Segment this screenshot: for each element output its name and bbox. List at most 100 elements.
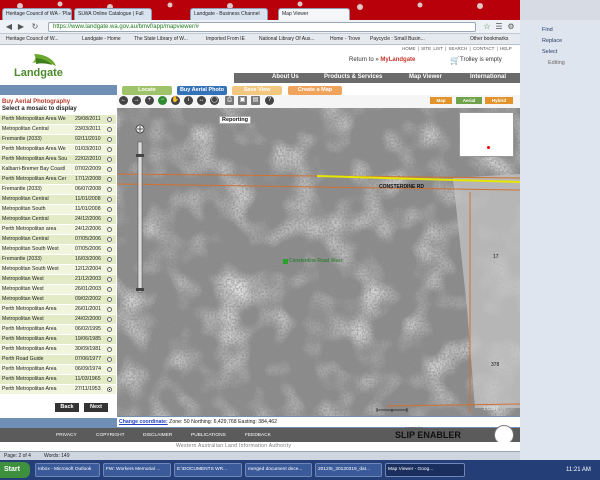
save-view-button[interactable]: Save View (232, 86, 282, 95)
pan-left-icon[interactable]: ← (119, 96, 128, 105)
mosaic-row[interactable]: Perth Metropolitan Area 27/11/1953 (0, 385, 116, 394)
mosaic-radio[interactable] (107, 317, 112, 322)
mosaic-radio[interactable] (107, 147, 112, 152)
mosaic-row[interactable]: Fremantle (2033) 16/03/2006 (0, 255, 116, 264)
zoom-slider[interactable] (135, 124, 145, 304)
mosaic-row[interactable]: Metropolitan West 21/12/2003 (0, 275, 116, 284)
bookmark-landgate[interactable]: Landgate - Home (82, 36, 121, 42)
mosaic-radio[interactable] (107, 307, 112, 312)
mosaic-radio[interactable] (107, 117, 112, 122)
change-coordinate-link[interactable]: Change coordinate: (119, 419, 168, 425)
mosaic-row[interactable]: Metropolitan South West 07/05/2006 (0, 245, 116, 254)
mosaic-radio[interactable] (107, 327, 112, 332)
pan-right-icon[interactable]: → (132, 96, 141, 105)
back-arrow-icon[interactable]: ◀ (4, 22, 14, 32)
bookmark-heritage[interactable]: Heritage Council of W... (6, 36, 59, 42)
nav-about-us[interactable]: About Us (272, 74, 299, 80)
map-type-map[interactable]: Map (430, 97, 452, 104)
tab-landgate-business[interactable]: Landgate - Business Channel (190, 8, 268, 20)
tab-heritage[interactable]: Heritage Council of WA - 'Plac (2, 8, 72, 20)
mosaic-row[interactable]: Metropolitan West 24/02/2000 (0, 315, 116, 324)
mosaic-row[interactable]: Perth Metropolitan Area 19/06/1985 (0, 335, 116, 344)
save-image-icon[interactable]: ▣ (238, 96, 247, 105)
mosaic-radio[interactable] (107, 277, 112, 282)
footer-copyright[interactable]: COPYRIGHT (96, 433, 125, 438)
mosaic-radio[interactable] (107, 287, 112, 292)
mosaic-row[interactable]: Kalbarri-Bremer Bay Coastl 07/02/2009 (0, 165, 116, 174)
reload-icon[interactable]: ↻ (30, 22, 40, 32)
ribbon-replace[interactable]: Replace (542, 38, 562, 44)
wrench-icon[interactable]: ⚙ (506, 22, 516, 32)
mosaic-radio[interactable] (107, 167, 112, 172)
reporting-button[interactable]: Reporting (219, 116, 251, 124)
footer-feedback[interactable]: FEEDBACK (245, 433, 271, 438)
footer-privacy[interactable]: PRIVACY (56, 433, 77, 438)
taskbar-item[interactable]: 2012I5_20120319_dat... (315, 463, 382, 477)
mosaic-radio[interactable] (107, 257, 112, 262)
mosaic-radio[interactable] (107, 127, 112, 132)
bookmark-imported-ie[interactable]: Imported From IE (206, 36, 245, 42)
mosaic-row[interactable]: Metropolitan West 09/02/2002 (0, 295, 116, 304)
top-link-help[interactable]: HELP (500, 46, 512, 51)
mosaic-row[interactable]: Perth Metropolitan Area 06/09/1974 (0, 365, 116, 374)
nav-international[interactable]: International (470, 74, 506, 80)
mosaic-row[interactable]: Metropolitan South 11/01/2008 (0, 205, 116, 214)
mosaic-row[interactable]: Perth Metropolitan area 24/12/2006 (0, 225, 116, 234)
pan-hand-icon[interactable]: ✋ (171, 96, 180, 105)
next-button[interactable]: Next (84, 403, 108, 412)
full-extent-icon[interactable]: ◯ (210, 96, 219, 105)
create-map-button[interactable]: Create a Map (288, 86, 342, 95)
mosaic-radio[interactable] (107, 237, 112, 242)
footer-publications[interactable]: PUBLICATIONS (191, 433, 226, 438)
print-icon[interactable]: ⎙ (225, 96, 234, 105)
footer-disclaimer[interactable]: DISCLAIMER (143, 433, 172, 438)
taskbar-item[interactable]: merged document dece... (245, 463, 312, 477)
mosaic-row[interactable]: Perth Metropolitan Area We 01/03/2010 (0, 145, 116, 154)
top-link-search[interactable]: SEARCH (449, 46, 468, 51)
star-icon[interactable]: ☆ (482, 22, 492, 32)
mosaic-row[interactable]: Metropolitan West 26/01/2003 (0, 285, 116, 294)
mosaic-radio[interactable] (107, 357, 112, 362)
ribbon-find[interactable]: Find (542, 27, 553, 33)
top-link-contact[interactable]: CONTACT (473, 46, 494, 51)
buy-aerial-photo-button[interactable]: Buy Aerial Photo (177, 86, 227, 95)
mosaic-row[interactable]: Perth Metropolitan Area 30/09/1981 (0, 345, 116, 354)
tab-slwa[interactable]: SLWA Online Catalogue | Full (74, 8, 152, 20)
nav-products-services[interactable]: Products & Services (324, 74, 382, 80)
start-button[interactable]: Start (0, 462, 30, 478)
mosaic-row[interactable]: Fremantle (2033) 06/07/2008 (0, 185, 116, 194)
mosaic-radio[interactable] (107, 267, 112, 272)
bookmark-other[interactable]: Other bookmarks (470, 36, 508, 42)
taskbar-item[interactable]: FW: Workers Memorial ... (103, 463, 171, 477)
mosaic-radio[interactable] (107, 347, 112, 352)
return-to-link[interactable]: Return to » MyLandgate (349, 57, 415, 63)
measure-icon[interactable]: ↔ (197, 96, 206, 105)
mosaic-row[interactable]: Perth Metropolitan Area 06/02/1995 (0, 325, 116, 334)
locate-button[interactable]: Locate (122, 86, 172, 95)
mosaic-row[interactable]: Perth Metropolitan Area Cer 17/12/2008 (0, 175, 116, 184)
mosaic-row[interactable]: Metropolitan South West 12/12/2004 (0, 265, 116, 274)
layers-icon[interactable]: ▤ (251, 96, 260, 105)
mosaic-radio[interactable] (107, 217, 112, 222)
identify-icon[interactable]: i (184, 96, 193, 105)
mosaic-radio[interactable] (107, 207, 112, 212)
mosaic-row[interactable]: Metropolitan Central 24/12/2006 (0, 215, 116, 224)
map-type-hybrid[interactable]: Hybrid (485, 97, 513, 104)
mosaic-row[interactable]: Perth Metropolitan Area 11/03/1965 (0, 375, 116, 384)
mosaic-row[interactable]: Perth Metropolitan Area Sou 22/02/2010 (0, 155, 116, 164)
help-icon[interactable]: ? (265, 96, 274, 105)
mosaic-row[interactable]: Perth Metropolitan Area 26/01/2001 (0, 305, 116, 314)
mosaic-radio[interactable] (107, 137, 112, 142)
trolley-icon[interactable]: 🛒 (450, 56, 460, 65)
url-input[interactable]: https://www.landgate.wa.gov.au/bmvf/app/… (48, 22, 476, 32)
mosaic-row[interactable]: Metropolitan Central 11/01/2008 (0, 195, 116, 204)
mosaic-row[interactable]: Perth Road Guide 07/06/1977 (0, 355, 116, 364)
mosaic-radio[interactable] (107, 367, 112, 372)
top-link-site-list[interactable]: SITE LIST (421, 46, 443, 51)
mosaic-row[interactable]: Metropolitan Central 07/05/2006 (0, 235, 116, 244)
zoom-out-icon[interactable]: − (158, 96, 167, 105)
taskbar-item[interactable]: E:\DOCUMENTS WR... (174, 463, 242, 477)
mosaic-radio[interactable] (107, 297, 112, 302)
bookmark-state-library[interactable]: The State Library of W... (134, 36, 188, 42)
mosaic-row[interactable]: Metropolitan Central 23/03/2011 (0, 125, 116, 134)
